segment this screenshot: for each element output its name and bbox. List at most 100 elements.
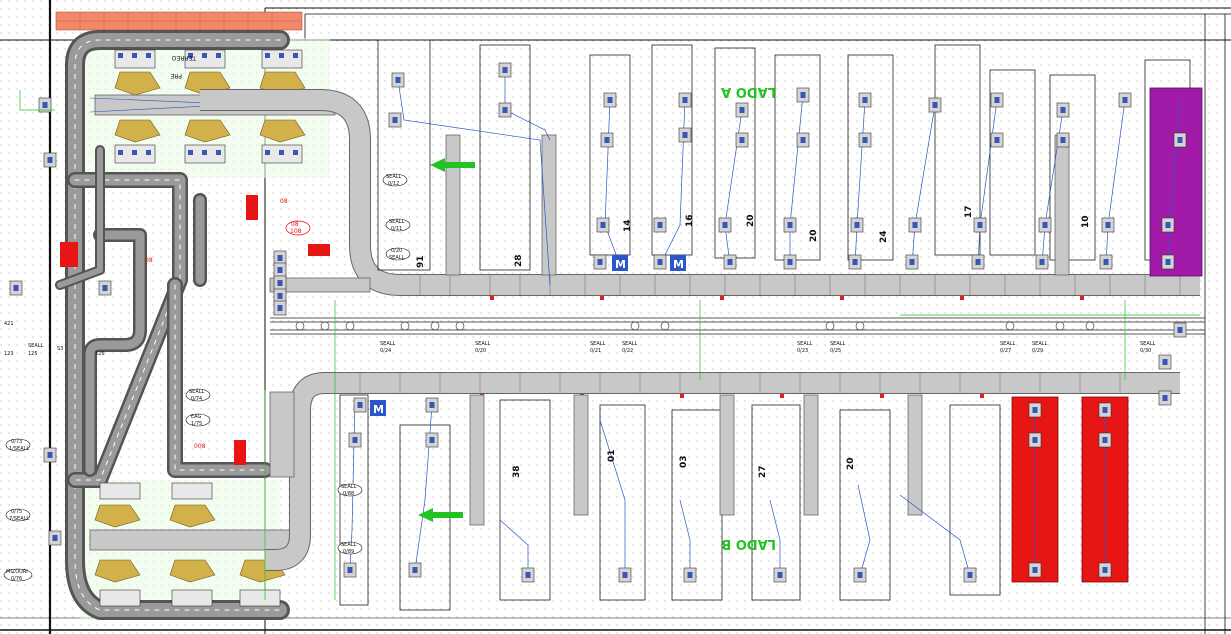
module-core	[1042, 222, 1048, 228]
tally-num: 0/27	[1000, 348, 1011, 354]
module-core	[909, 259, 915, 265]
module-core	[682, 132, 688, 138]
machine-number: 20	[746, 214, 756, 227]
module-core	[525, 572, 531, 578]
module-core	[932, 102, 938, 108]
machine-number: 20	[809, 229, 819, 242]
red-alert-box	[60, 242, 78, 267]
module-core	[722, 222, 728, 228]
module-core	[739, 137, 745, 143]
module-core	[852, 259, 858, 265]
side-label: S3	[57, 346, 63, 352]
tally-label: SEALL	[622, 341, 638, 347]
module-core	[1039, 259, 1045, 265]
module-core	[429, 402, 435, 408]
side-label: 0/76	[11, 576, 22, 582]
module-core	[395, 77, 401, 83]
vconv-label: SEALL	[389, 255, 405, 261]
module-core	[102, 285, 108, 291]
lower-label: EAG	[191, 414, 201, 420]
module-core	[622, 572, 628, 578]
module-core	[1162, 359, 1168, 365]
module-core	[800, 92, 806, 98]
side-label: 1/SEALL	[9, 446, 29, 452]
module-core	[977, 222, 983, 228]
m-tag-text: M	[373, 403, 384, 416]
machine-number: 91	[416, 255, 426, 268]
module-core	[739, 107, 745, 113]
tally-label: SEALL	[830, 341, 846, 347]
module-core	[1102, 437, 1108, 443]
module-core	[277, 305, 283, 311]
red-alert-box	[308, 244, 330, 256]
tally-num: 0/25	[830, 348, 841, 354]
module-core	[607, 97, 613, 103]
module-core	[682, 97, 688, 103]
bottom-cell-conveyor	[89, 529, 291, 551]
module-core	[857, 572, 863, 578]
tally-label: SEALL	[1140, 341, 1156, 347]
side-label: 126	[95, 351, 105, 357]
module-core	[1165, 222, 1171, 228]
tally-label: SEALL	[1032, 341, 1048, 347]
m-tag-text: M	[673, 258, 684, 271]
module-core	[1165, 259, 1171, 265]
module-core	[429, 437, 435, 443]
lower-label: SEALL	[341, 542, 357, 548]
tally-num: 0/21	[590, 348, 601, 354]
module-core	[967, 572, 973, 578]
module-core	[975, 259, 981, 265]
module-core	[412, 567, 418, 573]
module-core	[862, 97, 868, 103]
lower-label: 1/75	[191, 421, 202, 427]
magenta-station	[1149, 87, 1203, 277]
module-core	[994, 97, 1000, 103]
label-terreo: TERREO	[171, 54, 197, 61]
module-core	[1162, 395, 1168, 401]
module-core	[597, 259, 603, 265]
red-label: 08	[145, 257, 153, 264]
machine-number: 17	[964, 205, 974, 218]
module-core	[52, 535, 58, 541]
module-core	[912, 222, 918, 228]
module-core	[47, 157, 53, 163]
tally-label: SEALL	[797, 341, 813, 347]
side-label: 125	[28, 351, 38, 357]
tally-num: 0/29	[1032, 348, 1043, 354]
machine-number: 27	[758, 465, 768, 478]
side-label: SEALL	[28, 343, 44, 349]
machine-number: 14	[623, 219, 633, 232]
module-core	[727, 259, 733, 265]
lado-b-label: LADO B	[721, 536, 776, 551]
red-label: 08	[291, 221, 299, 228]
tally-num: 0/22	[622, 348, 633, 354]
module-core	[1102, 567, 1108, 573]
red-label: 108	[290, 228, 302, 235]
side-label: 0/75	[11, 509, 22, 515]
module-core	[800, 137, 806, 143]
module-core	[994, 137, 1000, 143]
module-core	[277, 293, 283, 299]
machine-number: 38	[512, 465, 522, 478]
lower-label: SEALL	[341, 484, 357, 490]
module-core	[1032, 567, 1038, 573]
module-core	[1177, 327, 1183, 333]
side-label: 421	[4, 321, 14, 327]
module-core	[600, 222, 606, 228]
module-core	[42, 102, 48, 108]
module-core	[1032, 437, 1038, 443]
m-tag-text: M	[615, 258, 626, 271]
lower-label: 0/88	[343, 491, 354, 497]
tally-num: 0/23	[797, 348, 808, 354]
vconv-label: SEALL	[389, 219, 405, 225]
module-core	[862, 137, 868, 143]
label-pre: PRE	[170, 72, 182, 79]
machine-number: 16	[685, 214, 695, 227]
module-core	[13, 285, 19, 291]
lado-a-label: LADO A	[721, 84, 776, 99]
module-core	[1122, 97, 1128, 103]
module-core	[1177, 137, 1183, 143]
module-core	[502, 107, 508, 113]
vconv-label: 0/12	[388, 181, 399, 187]
side-label: 0/73	[11, 439, 22, 445]
